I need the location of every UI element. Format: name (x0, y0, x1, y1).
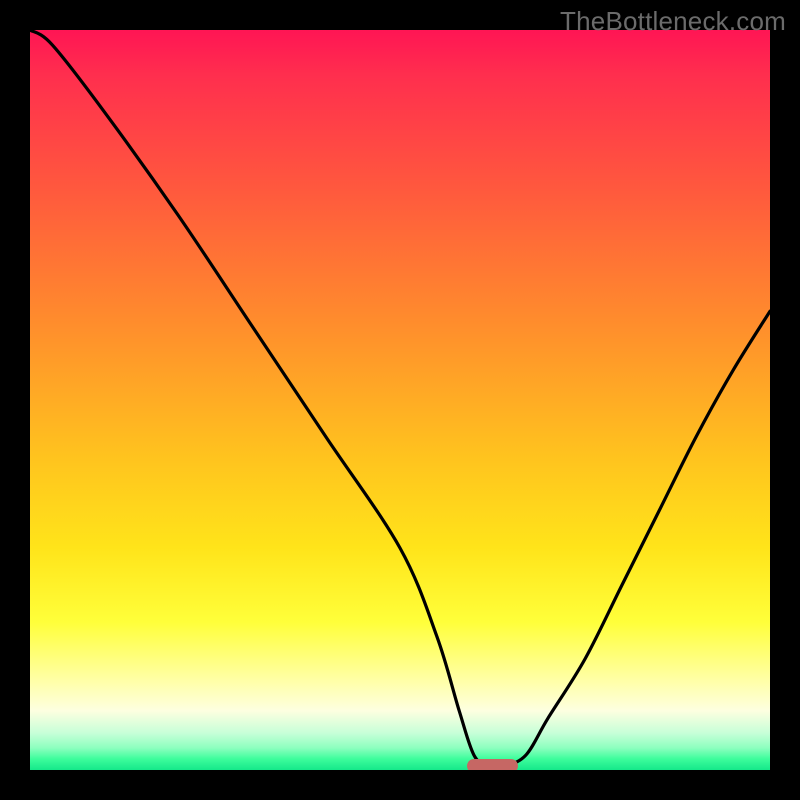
watermark-text: TheBottleneck.com (560, 6, 786, 37)
curve-path (30, 30, 770, 768)
bottleneck-curve (30, 30, 770, 770)
optimum-marker (467, 759, 519, 770)
plot-area (30, 30, 770, 770)
chart-frame: TheBottleneck.com (0, 0, 800, 800)
